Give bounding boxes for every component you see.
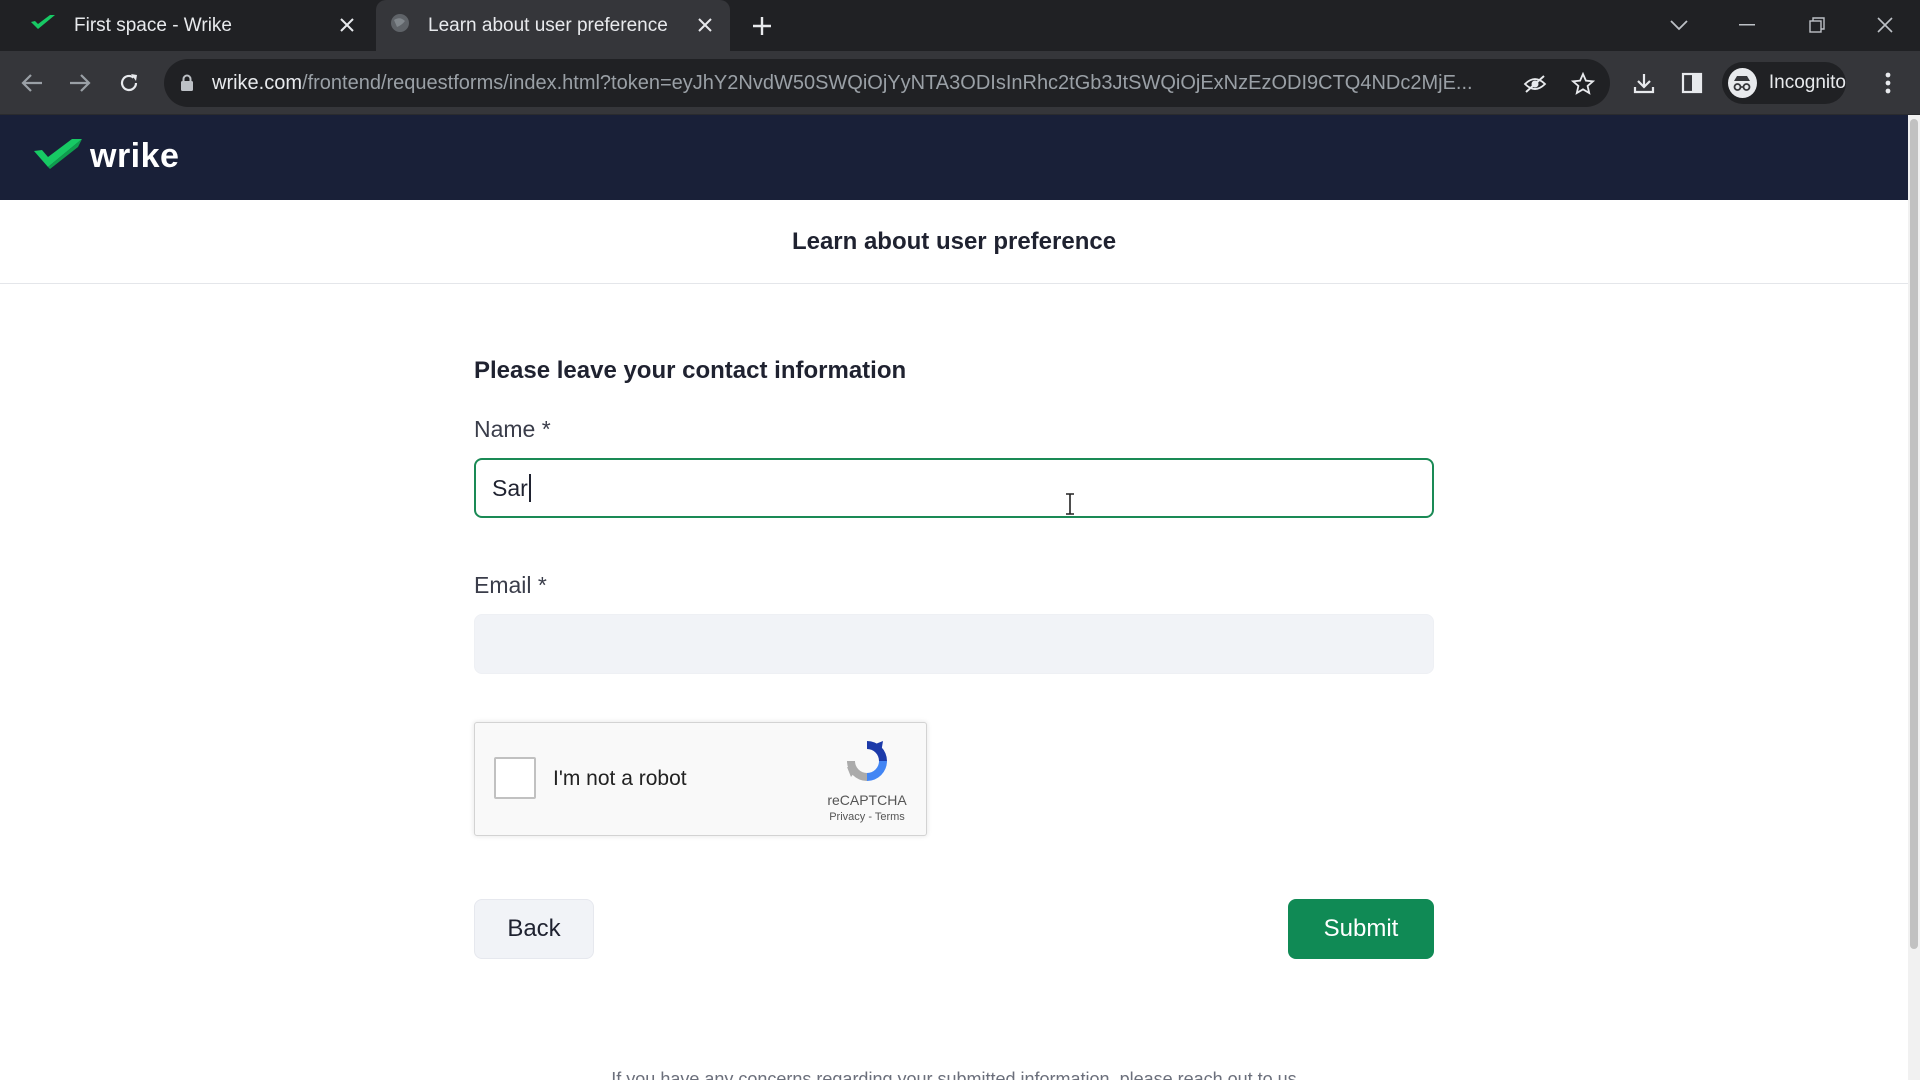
restore-icon[interactable]	[1804, 12, 1830, 38]
email-input[interactable]	[474, 614, 1434, 674]
url-host: wrike.com	[212, 72, 303, 94]
form-title: Learn about user preference	[791, 227, 1117, 255]
eye-off-icon[interactable]	[1522, 71, 1548, 97]
footer-note: If you have any concerns regarding your …	[611, 1069, 1297, 1080]
text-caret	[528, 474, 531, 502]
wrike-header: wrike	[0, 115, 1908, 200]
recaptcha-logo-icon	[843, 737, 891, 785]
incognito-icon	[1728, 68, 1757, 98]
wrike-logo[interactable]: wrike	[34, 137, 179, 176]
lock-icon[interactable]	[180, 74, 194, 97]
recaptcha-label: I'm not a robot	[553, 767, 687, 790]
tab-search-chevron-icon[interactable]	[1666, 12, 1692, 38]
forward-arrow-icon[interactable]	[66, 69, 94, 97]
minimize-icon[interactable]	[1734, 12, 1760, 38]
recaptcha-widget: I'm not a robot reCAPTCHA Privacy - Term…	[474, 722, 927, 836]
more-menu-icon[interactable]	[1874, 69, 1902, 97]
wrike-check-logo-icon	[34, 137, 84, 176]
back-button[interactable]: Back	[474, 899, 594, 959]
url-path: /frontend/requestforms/index.html?token=…	[302, 72, 1472, 94]
close-tab-icon[interactable]	[694, 14, 716, 36]
bookmark-star-icon[interactable]	[1570, 71, 1596, 97]
tab-first-space[interactable]: First space - Wrike	[12, 0, 372, 51]
form-header: Learn about user preference	[0, 200, 1908, 284]
close-window-icon[interactable]	[1872, 12, 1898, 38]
recaptcha-separator: -	[865, 811, 875, 823]
recaptcha-privacy-link[interactable]: Privacy	[829, 811, 865, 823]
browser-tab-bar: First space - Wrike Learn about user pre…	[0, 0, 1920, 51]
browser-toolbar: wrike.com/frontend/requestforms/index.ht…	[0, 51, 1920, 115]
section-title: Please leave your contact information	[474, 357, 907, 384]
scrollbar-thumb[interactable]	[1910, 119, 1918, 949]
download-icon[interactable]	[1630, 69, 1658, 97]
page-content: wrike Learn about user preference Please…	[0, 115, 1908, 1080]
tab-learn-about-user-preference[interactable]: Learn about user preference	[376, 0, 730, 51]
name-input[interactable]: Sar	[474, 458, 1434, 518]
name-value: Sar	[492, 474, 528, 501]
address-bar[interactable]: wrike.com/frontend/requestforms/index.ht…	[164, 59, 1610, 107]
close-tab-icon[interactable]	[336, 14, 358, 36]
back-arrow-icon[interactable]	[18, 69, 46, 97]
wrike-wordmark: wrike	[90, 137, 180, 175]
url-text[interactable]: wrike.com/frontend/requestforms/index.ht…	[212, 72, 1472, 95]
name-label: Name *	[474, 416, 551, 442]
tab-title: First space - Wrike	[74, 14, 233, 36]
recaptcha-links: Privacy - Terms	[805, 811, 929, 823]
incognito-profile-button[interactable]: Incognito	[1722, 62, 1846, 104]
recaptcha-brand: reCAPTCHA	[827, 792, 907, 808]
profile-label: Incognito	[1768, 72, 1846, 93]
recaptcha-terms-link[interactable]: Terms	[875, 811, 905, 823]
page-scrollbar[interactable]	[1908, 115, 1920, 1080]
globe-icon	[390, 13, 410, 39]
new-tab-icon[interactable]	[750, 14, 774, 38]
reload-icon[interactable]	[115, 69, 143, 97]
wrike-check-icon	[30, 14, 56, 38]
side-panel-icon[interactable]	[1678, 69, 1706, 97]
recaptcha-checkbox[interactable]	[494, 757, 536, 799]
submit-button[interactable]: Submit	[1288, 899, 1434, 959]
text-cursor-icon	[1064, 493, 1076, 515]
tab-title: Learn about user preference	[428, 14, 668, 36]
email-label: Email *	[474, 572, 547, 598]
